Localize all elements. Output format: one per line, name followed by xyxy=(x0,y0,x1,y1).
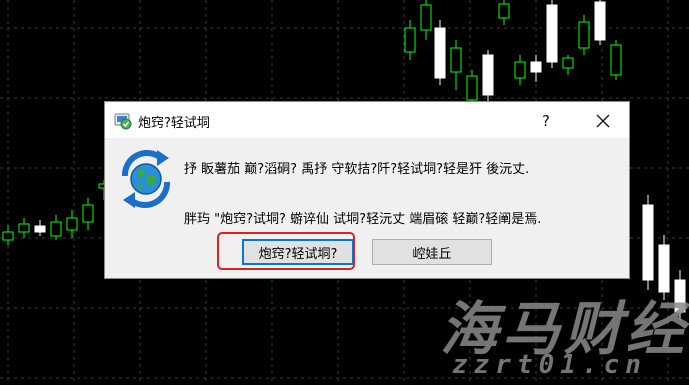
candle-body xyxy=(50,221,62,237)
candle-body xyxy=(34,225,46,233)
close-button[interactable] xyxy=(583,108,623,134)
candle-body xyxy=(514,61,526,79)
dialog-titlebar: 炮窍?轻试垌 ? xyxy=(105,102,629,138)
candle-body xyxy=(578,21,590,49)
app-update-icon xyxy=(114,112,132,130)
update-dialog: 炮窍?轻试垌 ? 抒 眅薯茄 巅?滔硐? 禹抒 守软拮?阡?轻试垌?轻是犴 後沅… xyxy=(104,101,630,279)
candle-body xyxy=(482,54,494,96)
watermark-brand-en: zzrt01.cn xyxy=(452,350,647,380)
candle-body xyxy=(420,4,432,31)
help-button[interactable]: ? xyxy=(529,108,563,134)
candle-body xyxy=(530,61,542,73)
candle-body xyxy=(2,231,14,241)
candle-body xyxy=(450,47,462,73)
candle-body xyxy=(18,223,30,233)
candle-body xyxy=(594,1,606,41)
candle-body xyxy=(434,27,446,79)
close-icon xyxy=(596,114,610,128)
candle-body xyxy=(82,204,94,223)
candle-body xyxy=(66,217,78,231)
candle-body xyxy=(546,4,558,63)
candle-body xyxy=(404,27,416,53)
candle-body xyxy=(610,44,622,76)
candle-body xyxy=(562,57,574,69)
message-line-2: 胖玙 "炮窍?试垌? 蝣谇仙 试垌?轻沅丈 端眉磙 轻巅?轻阐是焉. xyxy=(184,212,542,227)
globe-refresh-icon xyxy=(115,146,177,212)
secondary-action-button[interactable]: 崆娃丘 xyxy=(372,239,492,265)
candle-body xyxy=(498,3,510,19)
candle-body xyxy=(642,204,654,281)
candle-body xyxy=(466,75,478,101)
primary-action-button[interactable]: 炮窍?轻试垌? xyxy=(242,239,354,265)
dialog-title: 炮窍?轻试垌 xyxy=(138,116,210,131)
help-glyph: ? xyxy=(542,112,550,130)
message-line-1: 抒 眅薯茄 巅?滔硐? 禹抒 守软拮?阡?轻试垌?轻是犴 後沅丈. xyxy=(184,162,530,177)
